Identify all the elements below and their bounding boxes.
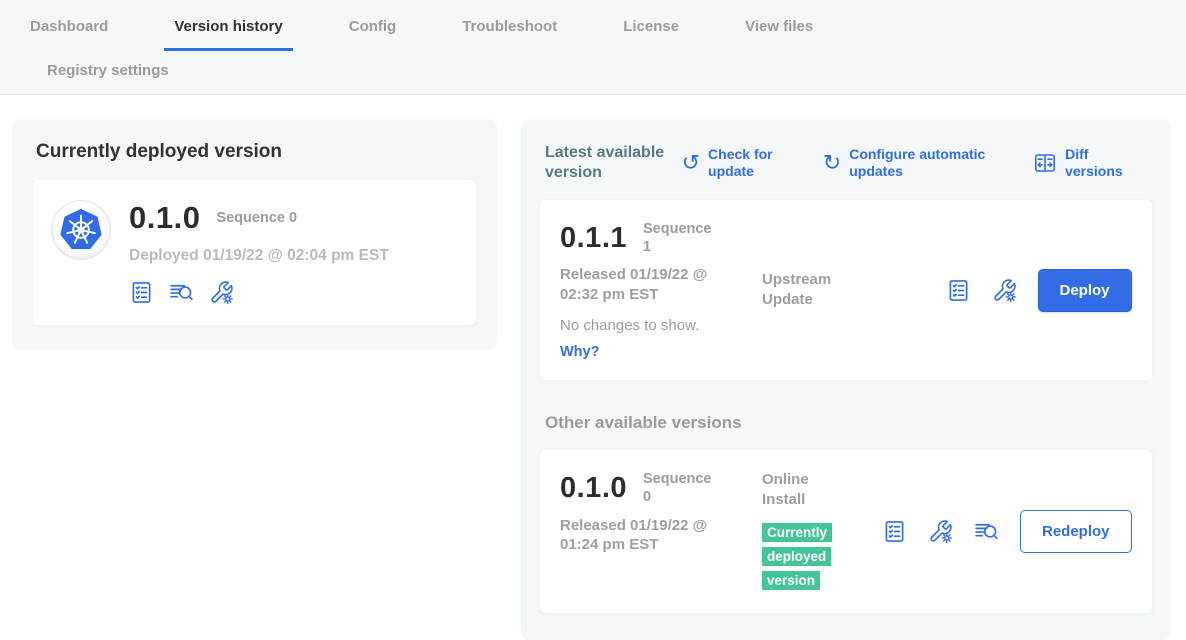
latest-sequence-label: Sequence 1 — [643, 220, 713, 256]
tab-dashboard[interactable]: Dashboard — [20, 16, 118, 51]
latest-card-actions: Deploy — [946, 269, 1132, 312]
diff-versions-label: Diff versions — [1065, 146, 1148, 180]
other-version-card: 0.1.0 Sequence 0 Released 01/19/22 @ 01:… — [539, 449, 1153, 614]
latest-source-label: Upstream Update — [762, 270, 847, 309]
tab-troubleshoot[interactable]: Troubleshoot — [452, 16, 567, 51]
currently-deployed-badge: Currently deployed version — [762, 523, 832, 590]
app-logo-badge — [51, 200, 111, 260]
currently-deployed-card: 0.1.0 Sequence 0 Deployed 01/19/22 @ 02:… — [32, 179, 477, 326]
version-line: 0.1.0 Sequence 0 — [560, 470, 762, 506]
diff-versions-link[interactable]: Diff versions — [1033, 146, 1148, 180]
deploy-logs-icon[interactable] — [169, 280, 194, 305]
version-line: 0.1.1 Sequence 1 — [560, 220, 762, 256]
latest-available-header: Latest available version ↺ Check for upd… — [539, 139, 1153, 183]
latest-released-timestamp: Released 01/19/22 @ 02:32 pm EST — [560, 265, 732, 304]
tab-license[interactable]: License — [613, 16, 689, 51]
deployed-version-details: 0.1.0 Sequence 0 Deployed 01/19/22 @ 02:… — [129, 200, 389, 305]
version-history-panel: Latest available version ↺ Check for upd… — [521, 119, 1171, 640]
other-versions-title: Other available versions — [545, 413, 1153, 433]
deployed-actions — [129, 280, 389, 305]
tab-view-files[interactable]: View files — [735, 16, 823, 51]
other-source-label: Online Install — [762, 470, 847, 509]
other-card-actions: Redeploy — [882, 510, 1132, 553]
nav-row-secondary: Registry settings — [0, 51, 1186, 94]
latest-changes-text: No changes to show. — [560, 317, 762, 334]
deployed-sequence-label: Sequence 0 — [216, 209, 297, 227]
refresh-icon: ↺ — [682, 152, 700, 174]
top-navigation: Dashboard Version history Config Trouble… — [0, 0, 1186, 95]
why-link[interactable]: Why? — [560, 344, 762, 360]
header-actions: ↺ Check for update ↻ Configure automatic… — [682, 146, 1149, 180]
nav-row-primary: Dashboard Version history Config Trouble… — [0, 16, 1186, 51]
redeploy-button[interactable]: Redeploy — [1020, 510, 1132, 553]
preflight-checks-icon[interactable] — [946, 278, 971, 303]
other-version-number: 0.1.0 — [560, 472, 627, 505]
check-for-update-label: Check for update — [708, 146, 787, 180]
latest-version-details: 0.1.1 Sequence 1 Released 01/19/22 @ 02:… — [560, 220, 762, 360]
tab-version-history[interactable]: Version history — [164, 16, 292, 51]
preflight-checks-icon[interactable] — [129, 280, 154, 305]
latest-version-card: 0.1.1 Sequence 1 Released 01/19/22 @ 02:… — [539, 199, 1153, 381]
deployed-timestamp: Deployed 01/19/22 @ 02:04 pm EST — [129, 247, 389, 265]
kubernetes-icon — [58, 207, 104, 253]
deploy-logs-icon[interactable] — [974, 519, 999, 544]
currently-deployed-title: Currently deployed version — [36, 141, 477, 163]
configure-automatic-updates-link[interactable]: ↻ Configure automatic updates — [823, 146, 997, 180]
edit-config-icon[interactable] — [992, 278, 1017, 303]
latest-source-column: Upstream Update — [762, 220, 882, 309]
preflight-checks-icon[interactable] — [882, 519, 907, 544]
auto-update-icon: ↻ — [823, 152, 841, 174]
main-content: Currently deployed version 0.1.0 Sequenc… — [0, 95, 1186, 640]
edit-config-icon[interactable] — [209, 280, 234, 305]
check-for-update-link[interactable]: ↺ Check for update — [682, 146, 787, 180]
tab-registry-settings[interactable]: Registry settings — [37, 60, 1186, 79]
currently-deployed-panel: Currently deployed version 0.1.0 Sequenc… — [12, 119, 497, 350]
other-sequence-label: Sequence 0 — [643, 470, 713, 506]
currently-deployed-badge-wrap: Currently deployed version — [762, 521, 838, 593]
tab-config[interactable]: Config — [339, 16, 406, 51]
edit-config-icon[interactable] — [928, 519, 953, 544]
other-version-details: 0.1.0 Sequence 0 Released 01/19/22 @ 01:… — [560, 470, 762, 554]
version-line: 0.1.0 Sequence 0 — [129, 200, 389, 236]
configure-automatic-updates-label: Configure automatic updates — [849, 146, 997, 180]
latest-available-title: Latest available version — [545, 143, 682, 183]
other-released-timestamp: Released 01/19/22 @ 01:24 pm EST — [560, 516, 732, 555]
other-source-column: Online Install Currently deployed versio… — [762, 470, 882, 593]
latest-version-number: 0.1.1 — [560, 222, 627, 255]
diff-icon — [1033, 151, 1057, 175]
deploy-button[interactable]: Deploy — [1038, 269, 1132, 312]
deployed-version-number: 0.1.0 — [129, 200, 200, 236]
